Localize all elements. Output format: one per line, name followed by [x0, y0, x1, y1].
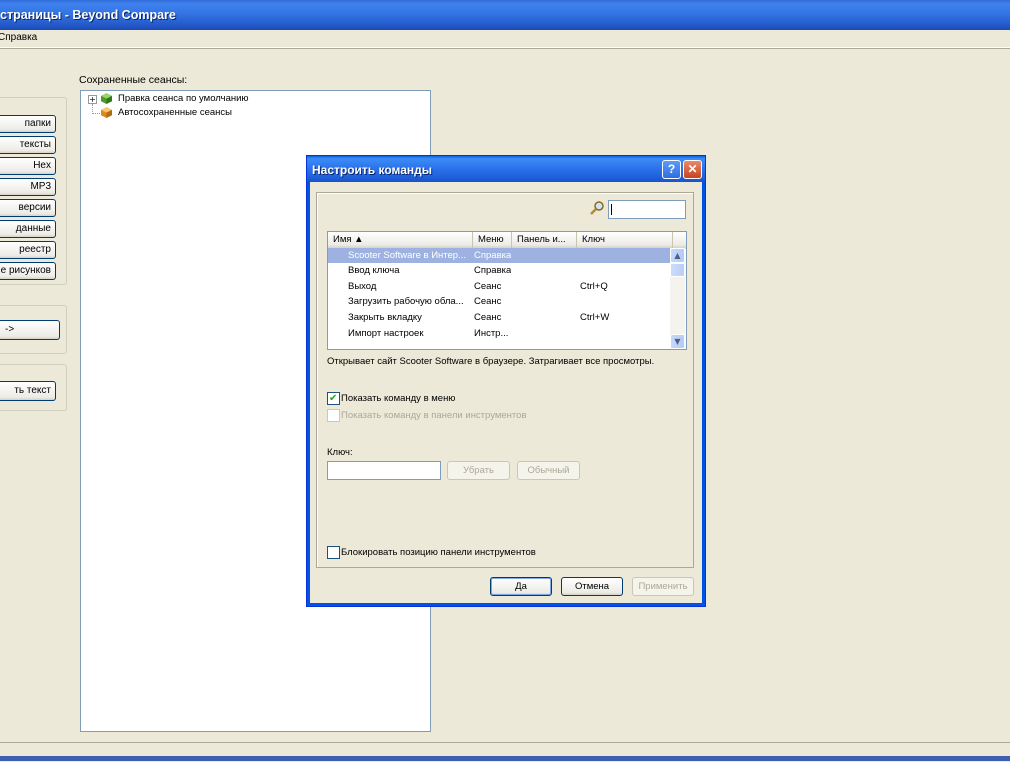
table-row[interactable]: Выход Сеанс Ctrl+Q — [328, 279, 674, 294]
column-header-name[interactable]: Имя ▲ — [328, 232, 473, 248]
column-header-key[interactable]: Ключ — [577, 232, 673, 248]
commands-list-scrollbar[interactable]: ▲ ▼ — [670, 248, 685, 349]
column-header-toolbar[interactable]: Панель и... — [512, 232, 577, 248]
cell-menu: Сеанс — [474, 312, 502, 323]
window-titlebar[interactable]: страницы - Beyond Compare — [0, 0, 1010, 30]
cell-name: Scooter Software в Интер... — [348, 250, 466, 261]
magnifier-icon — [590, 201, 604, 215]
cell-name: Загрузить рабочую обла... — [348, 296, 464, 307]
lock-toolbar-label: Блокировать позицию панели инструментов — [341, 547, 536, 558]
picture-compare-button[interactable]: е рисунков — [0, 262, 56, 280]
tree-item-default-session[interactable]: Правка сеанса по умолчанию — [118, 92, 249, 106]
text-caret — [611, 204, 612, 215]
tree-item-autosaved-sessions[interactable]: Автосохраненные сеансы — [118, 106, 232, 120]
saved-sessions-label: Сохраненные сеансы: — [79, 74, 188, 86]
cell-name: Импорт настроек — [348, 328, 424, 339]
cell-key: Ctrl+Q — [580, 281, 608, 292]
registry-compare-button[interactable]: реестр — [0, 241, 56, 259]
cell-name: Выход — [348, 281, 377, 292]
expand-icon[interactable]: + — [88, 95, 97, 104]
customize-commands-dialog: Настроить команды ? ✕ Имя ▲ Меню Панель … — [306, 155, 706, 607]
cell-name: Ввод ключа — [348, 265, 400, 276]
cell-menu: Справка — [474, 265, 511, 276]
table-row[interactable]: Ввод ключа Справка — [328, 263, 674, 278]
column-header-menu[interactable]: Меню — [473, 232, 512, 248]
show-in-menu-label: Показать команду в меню — [341, 393, 456, 404]
hex-compare-button[interactable]: Hex — [0, 157, 56, 175]
remove-key-button: Убрать — [447, 461, 510, 480]
merge-text-button[interactable]: ть текст — [0, 381, 56, 401]
cell-menu: Справка — [474, 250, 511, 261]
data-compare-button[interactable]: данные — [0, 220, 56, 238]
search-input[interactable] — [608, 200, 686, 219]
scroll-down-icon[interactable]: ▼ — [670, 334, 685, 349]
scroll-up-icon[interactable]: ▲ — [670, 248, 685, 263]
default-key-button: Обычный — [517, 461, 580, 480]
command-description: Открывает сайт Scooter Software в браузе… — [327, 356, 655, 367]
taskbar-strip — [0, 756, 1010, 761]
version-compare-button[interactable]: версии — [0, 199, 56, 217]
orange-cube-icon — [101, 107, 112, 118]
close-icon[interactable]: ✕ — [683, 160, 702, 179]
show-in-toolbar-label: Показать команду в панели инструментов — [341, 410, 527, 421]
table-row[interactable]: Scooter Software в Интер... Справка — [328, 248, 674, 263]
commands-list-header: Имя ▲ Меню Панель и... Ключ — [328, 232, 686, 249]
cell-name: Закрыть вкладку — [348, 312, 422, 323]
commands-list[interactable]: Имя ▲ Меню Панель и... Ключ Scooter Soft… — [327, 231, 687, 350]
cell-menu: Инстр... — [474, 328, 509, 339]
menu-item-help[interactable]: Справка — [0, 32, 37, 43]
lock-toolbar-checkbox[interactable] — [327, 546, 340, 559]
folder-compare-button[interactable]: папки — [0, 115, 56, 133]
table-row[interactable]: Закрыть вкладку Сеанс Ctrl+W — [328, 310, 674, 325]
help-icon[interactable]: ? — [662, 160, 681, 179]
show-in-toolbar-checkbox — [327, 409, 340, 422]
scrollbar-thumb[interactable] — [670, 263, 685, 277]
cell-key: Ctrl+W — [580, 312, 610, 323]
show-in-menu-checkbox[interactable] — [327, 392, 340, 405]
apply-button: Применить — [632, 577, 694, 596]
mp3-compare-button[interactable]: MP3 — [0, 178, 56, 196]
green-cube-icon — [101, 93, 112, 104]
window-title: страницы - Beyond Compare — [0, 8, 176, 22]
menu-bar: Справка — [0, 30, 1010, 48]
cell-menu: Сеанс — [474, 296, 502, 307]
dialog-title: Настроить команды — [312, 163, 433, 177]
cell-menu: Сеанс — [474, 281, 502, 292]
table-row[interactable]: Импорт настроек Инстр... — [328, 326, 674, 341]
cancel-button[interactable]: Отмена — [561, 577, 623, 596]
key-label: Ключ: — [327, 447, 353, 458]
ok-button[interactable]: Да — [490, 577, 552, 596]
text-compare-button[interactable]: тексты — [0, 136, 56, 154]
key-input[interactable] — [327, 461, 441, 480]
dialog-titlebar[interactable]: Настроить команды — [307, 156, 705, 182]
sync-button[interactable]: -> — [0, 320, 60, 340]
table-row[interactable]: Загрузить рабочую обла... Сеанс — [328, 294, 674, 309]
